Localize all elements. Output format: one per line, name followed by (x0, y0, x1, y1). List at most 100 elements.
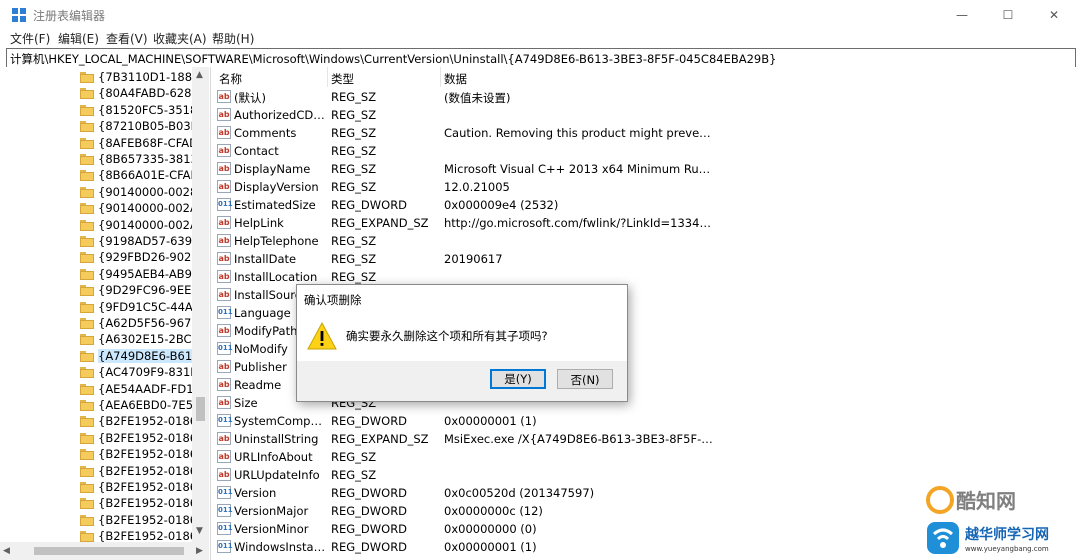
value-row[interactable]: ab (默认) REG_SZ (数值未设置) (211, 88, 1080, 106)
no-button[interactable]: 否(N) (557, 369, 613, 389)
tree-item[interactable]: {B2FE1952-0186- (80, 430, 195, 447)
value-row[interactable]: 011 SystemCompo... REG_DWORD 0x00000001 (1) (211, 412, 1080, 430)
tree-item[interactable]: {AEA6EBD0-7E59 (80, 397, 195, 414)
tree-hscroll-thumb[interactable] (34, 547, 184, 555)
binary-value-icon: 011 (217, 414, 233, 427)
tree-item[interactable]: {B2FE1952-0186- (80, 512, 195, 529)
value-row[interactable]: ab UninstallString REG_EXPAND_SZ MsiExec.ex… (211, 430, 1080, 448)
value-row[interactable]: ab HelpTelephone REG_SZ (211, 232, 1080, 250)
tree-item[interactable]: {B2FE1952-0186- (80, 495, 195, 512)
column-data[interactable]: 数据 (444, 71, 467, 87)
tree-item[interactable]: {8AFEB68F-CFAD (80, 135, 195, 152)
value-data: http://go.microsoft.com/fwlink/?LinkId=1… (444, 216, 714, 230)
tree-item[interactable]: {90140000-0028- (80, 184, 195, 201)
warning-icon (307, 322, 337, 350)
tree-item[interactable]: {80A4FABD-6281 (80, 85, 195, 102)
value-row[interactable]: 011 EstimatedSize REG_DWORD 0x000009e4 (253… (211, 196, 1080, 214)
tree-item-label: {AC4709F9-831D (98, 365, 195, 380)
binary-value-icon: 011 (217, 342, 233, 355)
tree-item[interactable]: {A62D5F56-9671 (80, 315, 195, 332)
menu-favorites[interactable]: 收藏夹(A) (153, 30, 207, 47)
tree-item-label: {8B657335-3813- (98, 152, 195, 166)
folder-icon (80, 104, 94, 116)
value-name: HelpTelephone (234, 234, 319, 248)
tree-item[interactable]: {7B3110D1-1884- (80, 69, 195, 86)
tree-item[interactable]: {9198AD57-6396 (80, 233, 195, 250)
tree-horizontal-scrollbar[interactable]: ◀ ▶ (0, 542, 209, 560)
folder-icon (80, 318, 94, 329)
value-data: 0x0000000c (12) (444, 504, 543, 518)
value-row[interactable]: ab DisplayVersion REG_SZ 12.0.21005 (211, 178, 1080, 196)
folder-icon (80, 350, 94, 362)
tree-item-label: {B2FE1952-0186- (98, 512, 195, 527)
tree-item[interactable]: {81520FC5-3518- (80, 102, 195, 119)
close-button[interactable]: ✕ (1031, 0, 1077, 30)
folder-icon (80, 432, 94, 444)
value-row[interactable]: ab Comments REG_SZ Caution. Removing this p… (211, 124, 1080, 142)
yes-button[interactable]: 是(Y) (490, 369, 546, 389)
folder-icon (80, 383, 94, 395)
column-divider[interactable] (440, 67, 441, 87)
column-header: 名称 类型 数据 (211, 67, 1080, 87)
tree-item[interactable]: {929FBD26-9020- (80, 249, 195, 266)
key-tree[interactable]: {7B3110D1-1884- {80A4FABD-6281 {81520FC5-3… (0, 67, 211, 560)
binary-value-icon: 011 (217, 486, 233, 499)
value-name: InstallLocation (234, 270, 318, 284)
tree-item[interactable]: {90140000-002A- (80, 200, 195, 217)
tree-item[interactable]: {90140000-002A- (80, 217, 195, 234)
tree-scroll-thumb[interactable] (196, 397, 205, 421)
folder-icon (80, 88, 94, 100)
tree-item[interactable]: {B2FE1952-0186- (80, 446, 195, 463)
string-value-icon: ab (217, 216, 231, 229)
tree-item[interactable]: {B2FE1952-0186- (80, 463, 195, 480)
tree-item[interactable]: {9495AEB4-AB97 (80, 266, 195, 283)
string-value-icon: ab (217, 108, 231, 121)
tree-item[interactable]: {AE54AADF-FD14 (80, 381, 195, 398)
tree-item-label: {B2FE1952-0186- (98, 496, 195, 511)
menu-edit[interactable]: 编辑(E) (58, 30, 99, 47)
tree-item-label: {90140000-0028- (98, 184, 195, 199)
value-type: REG_DWORD (331, 522, 408, 536)
value-type: REG_SZ (331, 108, 377, 122)
tree-vertical-scrollbar[interactable]: ▲ ▼ (192, 67, 209, 542)
column-type[interactable]: 类型 (331, 71, 354, 87)
tree-item[interactable]: {B2FE1952-0186- (80, 413, 195, 430)
tree-item-label: {7B3110D1-1884- (98, 70, 195, 84)
minimize-button[interactable]: — (939, 0, 985, 30)
tree-item[interactable]: {A749D8E6-B613 (80, 348, 195, 365)
scroll-left-icon[interactable]: ◀ (3, 546, 10, 556)
tree-item[interactable]: {9D29FC96-9EEE- (80, 282, 195, 299)
scroll-right-icon[interactable]: ▶ (196, 546, 203, 556)
column-name[interactable]: 名称 (219, 71, 242, 87)
menu-help[interactable]: 帮助(H) (212, 30, 254, 47)
scroll-down-icon[interactable]: ▼ (196, 526, 203, 536)
tree-item[interactable]: {AC4709F9-831D (80, 364, 195, 381)
tree-item[interactable]: {B2FE1952-0186- (80, 479, 195, 496)
menu-file[interactable]: 文件(F) (10, 30, 50, 47)
tree-item[interactable]: {8B657335-3813- (80, 151, 195, 168)
value-row[interactable]: ab HelpLink REG_EXPAND_SZ http://go.microso… (211, 214, 1080, 232)
value-name: (默认) (234, 91, 266, 105)
tree-item[interactable]: {A6302E15-2BC2- (80, 331, 195, 348)
value-name: HelpLink (234, 216, 284, 230)
value-row[interactable]: ab AuthorizedCDF... REG_SZ (211, 106, 1080, 124)
tree-item-label: {9FD91C5C-44AE (98, 299, 195, 314)
value-type: REG_SZ (331, 468, 377, 482)
value-row[interactable]: ab Contact REG_SZ (211, 142, 1080, 160)
tree-item[interactable]: {87210B05-B03F- (80, 118, 195, 135)
address-bar[interactable]: 计算机\HKEY_LOCAL_MACHINE\SOFTWARE\Microsof… (6, 48, 1076, 68)
value-row[interactable]: ab InstallDate REG_SZ 20190617 (211, 250, 1080, 268)
menu-view[interactable]: 查看(V) (106, 30, 148, 47)
scroll-up-icon[interactable]: ▲ (196, 70, 203, 80)
value-row[interactable]: ab URLInfoAbout REG_SZ (211, 448, 1080, 466)
tree-item-label: {8AFEB68F-CFAD (98, 135, 195, 150)
column-divider[interactable] (327, 67, 328, 87)
dialog-message: 确实要永久删除这个项和所有其子项吗? (346, 329, 548, 343)
string-value-icon: ab (217, 144, 231, 157)
value-type: REG_SZ (331, 234, 377, 248)
tree-item[interactable]: {8B66A01E-CFAD (80, 167, 195, 184)
tree-item[interactable]: {9FD91C5C-44AE (80, 299, 195, 316)
maximize-button[interactable]: ☐ (985, 0, 1031, 30)
tree-item-label: {A749D8E6-B613 (98, 348, 195, 363)
value-row[interactable]: ab DisplayName REG_SZ Microsoft Visual C++ … (211, 160, 1080, 178)
